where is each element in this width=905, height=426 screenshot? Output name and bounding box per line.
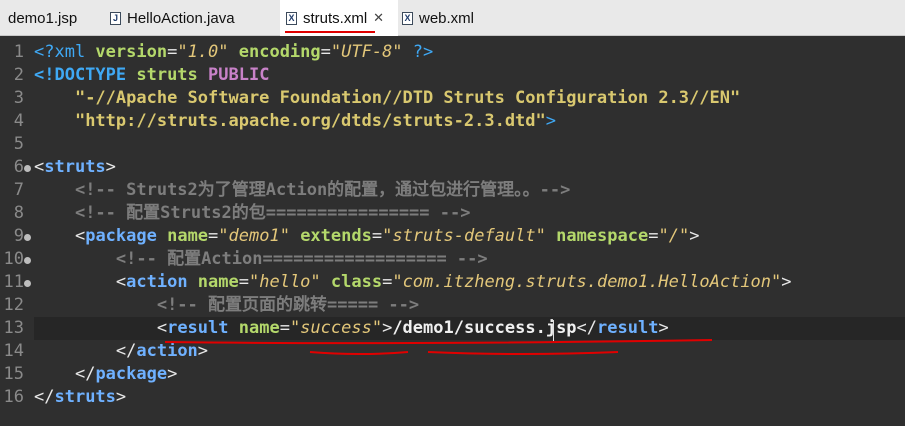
tab-web-xml[interactable]: X web.xml	[402, 0, 512, 36]
close-icon[interactable]: ✕	[373, 10, 384, 26]
tab-label: HelloAction.java	[127, 9, 235, 27]
java-file-icon: J	[110, 11, 121, 25]
tab-label: demo1.jsp	[8, 9, 78, 27]
tab-helloaction-java[interactable]: J HelloAction.java	[110, 0, 278, 36]
editor-tab-bar: demo1.jsp J HelloAction.java X struts.xm…	[0, 0, 905, 36]
xml-file-icon: X	[286, 11, 297, 25]
tab-label: web.xml	[419, 9, 475, 27]
tab-label: struts.xml	[303, 9, 368, 27]
annotation-underline-path	[427, 351, 619, 355]
active-tab-annotation-underline	[285, 31, 375, 33]
red-annotation-underlines	[164, 339, 713, 355]
annotation-underline-result	[164, 339, 713, 345]
xml-file-icon: X	[402, 11, 413, 25]
annotation-underline-name	[309, 351, 409, 355]
tab-demo1-jsp[interactable]: demo1.jsp	[0, 0, 106, 36]
code-editor[interactable]: 1 2 3 4 5 6 7 8 9 10 11 12 13 14 15 16 <…	[0, 36, 905, 426]
